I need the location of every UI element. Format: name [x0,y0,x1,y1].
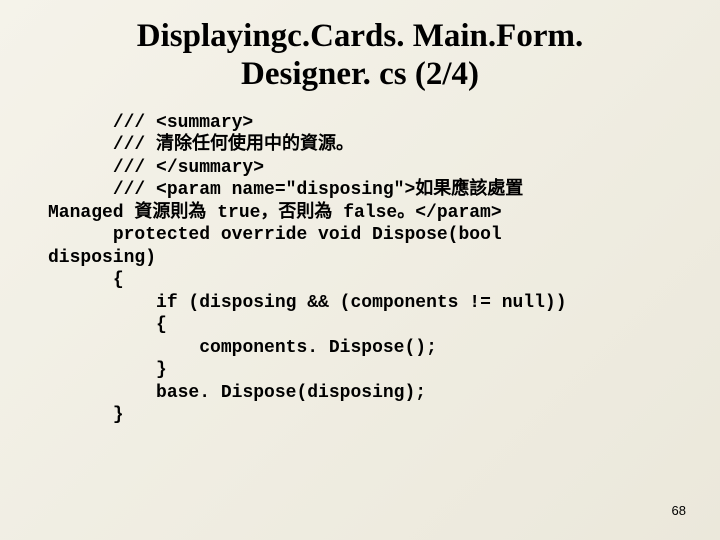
page-number: 68 [672,503,686,518]
slide-title: Displayingc.Cards. Main.Form. Designer. … [30,18,690,94]
title-line-1: Displayingc.Cards. Main.Form. [137,18,583,54]
code-block: /// <summary> /// 清除任何使用中的資源。 /// </summ… [48,112,690,427]
title-line-2: Designer. cs (2/4) [241,56,479,92]
slide: Displayingc.Cards. Main.Form. Designer. … [0,0,720,540]
